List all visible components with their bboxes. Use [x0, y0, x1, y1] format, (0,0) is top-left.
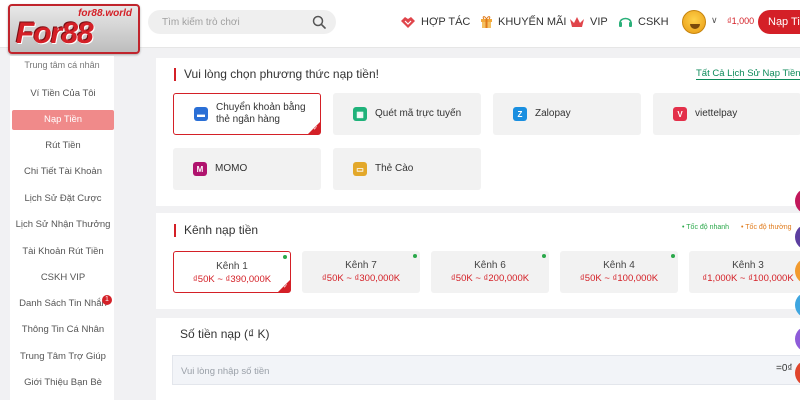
- gift-icon: [481, 16, 492, 28]
- qr-code-icon: ▦: [353, 107, 367, 121]
- method-zalopay[interactable]: Z Zalopay: [493, 93, 641, 135]
- sidebar-item-cskh-vip[interactable]: CSKH VIP: [12, 268, 114, 288]
- channel-section-title: Kênh nạp tiền: [174, 224, 258, 237]
- sidebar-item-withdraw-account[interactable]: Tài Khoản Rút Tiền: [12, 242, 114, 262]
- sidebar-item-messages[interactable]: Danh Sách Tin Nhắn 1: [12, 294, 114, 314]
- channel-option[interactable]: Kênh 6 ₫50K ~ ₫200,000K: [431, 251, 549, 293]
- channel-option[interactable]: Kênh 7 ₫50K ~ ₫300,000K: [302, 251, 420, 293]
- sidebar-item-messages-label: Danh Sách Tin Nhắn: [19, 298, 107, 309]
- channel-range: ₫50K ~ ₫300,000K: [321, 273, 401, 284]
- amount-input[interactable]: [181, 362, 681, 380]
- legend-fast: • Tốc độ nhanh: [682, 224, 730, 231]
- personal-center-sidebar: Trung tâm cá nhân Ví Tiền Của Tôi Nạp Ti…: [10, 56, 114, 400]
- sidebar-item-withdraw[interactable]: Rút Tiền: [12, 136, 114, 156]
- search-icon[interactable]: [312, 15, 326, 29]
- deposit-button[interactable]: Nạp Tiền: [758, 10, 800, 34]
- method-viettelpay[interactable]: V viettelpay: [653, 93, 800, 135]
- sidebar-item-account-details[interactable]: Chi Tiết Tài Khoản: [12, 162, 114, 182]
- sidebar-item-deposit[interactable]: Nạp Tiền: [12, 110, 114, 130]
- method-qr-scan[interactable]: ▦ Quét mã trực tuyến: [333, 93, 481, 135]
- sidebar-item-wallet[interactable]: Ví Tiền Của Tôi: [12, 84, 114, 104]
- channel-name: Kênh 3: [732, 260, 764, 271]
- avatar[interactable]: [682, 10, 706, 34]
- amount-total: =0₫: [776, 363, 793, 374]
- method-bank-transfer[interactable]: ▬ Chuyển khoản bằng thẻ ngân hàng: [173, 93, 321, 135]
- method-label: viettelpay: [695, 108, 738, 119]
- channel-option[interactable]: Kênh 4 ₫50K ~ ₫100,000K: [560, 251, 678, 293]
- selected-check-icon: [308, 122, 320, 134]
- bank-card-icon: ▬: [194, 107, 208, 121]
- for88-logo[interactable]: for88.world For88: [8, 4, 140, 54]
- fast-indicator: [283, 255, 287, 259]
- channel-range: ₫1,000K ~ ₫100,000K: [702, 273, 794, 284]
- channel-range: ₫50K ~ ₫200,000K: [450, 273, 530, 284]
- sidebar-item-refer-friends[interactable]: Giới Thiệu Bạn Bè: [12, 373, 114, 393]
- zalopay-icon: Z: [513, 107, 527, 121]
- top-header: for88.world For88 HỢP TÁC KHUYẾN MÃI VIP: [0, 0, 800, 54]
- amount-section-title: Số tiền nạp (₫ K): [180, 327, 270, 341]
- momo-icon: M: [193, 162, 207, 176]
- amount-field: [172, 355, 800, 385]
- scratch-card-icon: ▭: [353, 162, 367, 176]
- method-momo[interactable]: M MOMO: [173, 148, 321, 190]
- nav-hop-tac-label: HỢP TÁC: [421, 16, 471, 28]
- nav-cskh-label: CSKH: [638, 16, 669, 28]
- viettelpay-icon: V: [673, 107, 687, 121]
- channel-range: ₫50K ~ ₫100,000K: [579, 273, 659, 284]
- nav-hop-tac[interactable]: HỢP TÁC: [400, 13, 470, 31]
- method-section-title: Vui lòng chọn phương thức nạp tiền!: [174, 68, 379, 81]
- channel-name: Kênh 4: [603, 260, 635, 271]
- channel-name: Kênh 7: [345, 260, 377, 271]
- channel-option[interactable]: Kênh 1 ₫50K ~ ₫390,000K: [173, 251, 291, 293]
- unread-badge: 1: [102, 295, 112, 305]
- nav-vip-label: VIP: [590, 16, 608, 28]
- selected-check-icon: [278, 280, 290, 292]
- nav-cskh[interactable]: CSKH: [618, 13, 669, 31]
- balance-amount: ₫1,000: [727, 16, 755, 26]
- method-label: Quét mã trực tuyến: [375, 108, 462, 119]
- fast-indicator: [542, 254, 546, 258]
- method-label: Thẻ Cào: [375, 163, 414, 174]
- fast-indicator: [671, 254, 675, 258]
- legend-normal: • Tốc độ thường: [741, 224, 792, 231]
- search-bar: [148, 10, 336, 34]
- deposit-history-link[interactable]: Tất Cả Lịch Sử Nạp Tiền: [696, 68, 800, 80]
- method-label: Zalopay: [535, 108, 571, 119]
- logo-text: For88: [16, 17, 94, 50]
- method-label: MOMO: [215, 163, 248, 174]
- channel-name: Kênh 6: [474, 260, 506, 271]
- fast-indicator: [413, 254, 417, 258]
- headset-icon: [619, 17, 632, 27]
- search-input[interactable]: [162, 13, 312, 31]
- handshake-icon: [401, 17, 415, 28]
- crown-icon: [570, 17, 584, 27]
- nav-khuyen-mai[interactable]: KHUYẾN MÃI: [480, 13, 566, 31]
- channel-option[interactable]: Kênh 3 ₫1,000K ~ ₫100,000K: [689, 251, 800, 293]
- sidebar-item-profile[interactable]: Thông Tin Cá Nhân: [12, 320, 114, 340]
- method-label: Chuyển khoản bằng thẻ ngân hàng: [216, 102, 306, 125]
- chevron-down-icon[interactable]: ∨: [711, 15, 718, 26]
- method-scratch-card[interactable]: ▭ Thẻ Cào: [333, 148, 481, 190]
- sidebar-item-help-center[interactable]: Trung Tâm Trợ Giúp: [12, 347, 114, 367]
- nav-khuyen-mai-label: KHUYẾN MÃI: [498, 16, 567, 28]
- sidebar-item-bet-history[interactable]: Lịch Sử Đặt Cược: [12, 189, 114, 209]
- sidebar-item-reward-history[interactable]: Lịch Sử Nhận Thưởng: [12, 215, 114, 235]
- channel-name: Kênh 1: [216, 261, 248, 272]
- channel-range: ₫50K ~ ₫390,000K: [192, 274, 272, 285]
- sidebar-title: Trung tâm cá nhân: [24, 60, 100, 70]
- nav-vip[interactable]: VIP: [569, 13, 608, 31]
